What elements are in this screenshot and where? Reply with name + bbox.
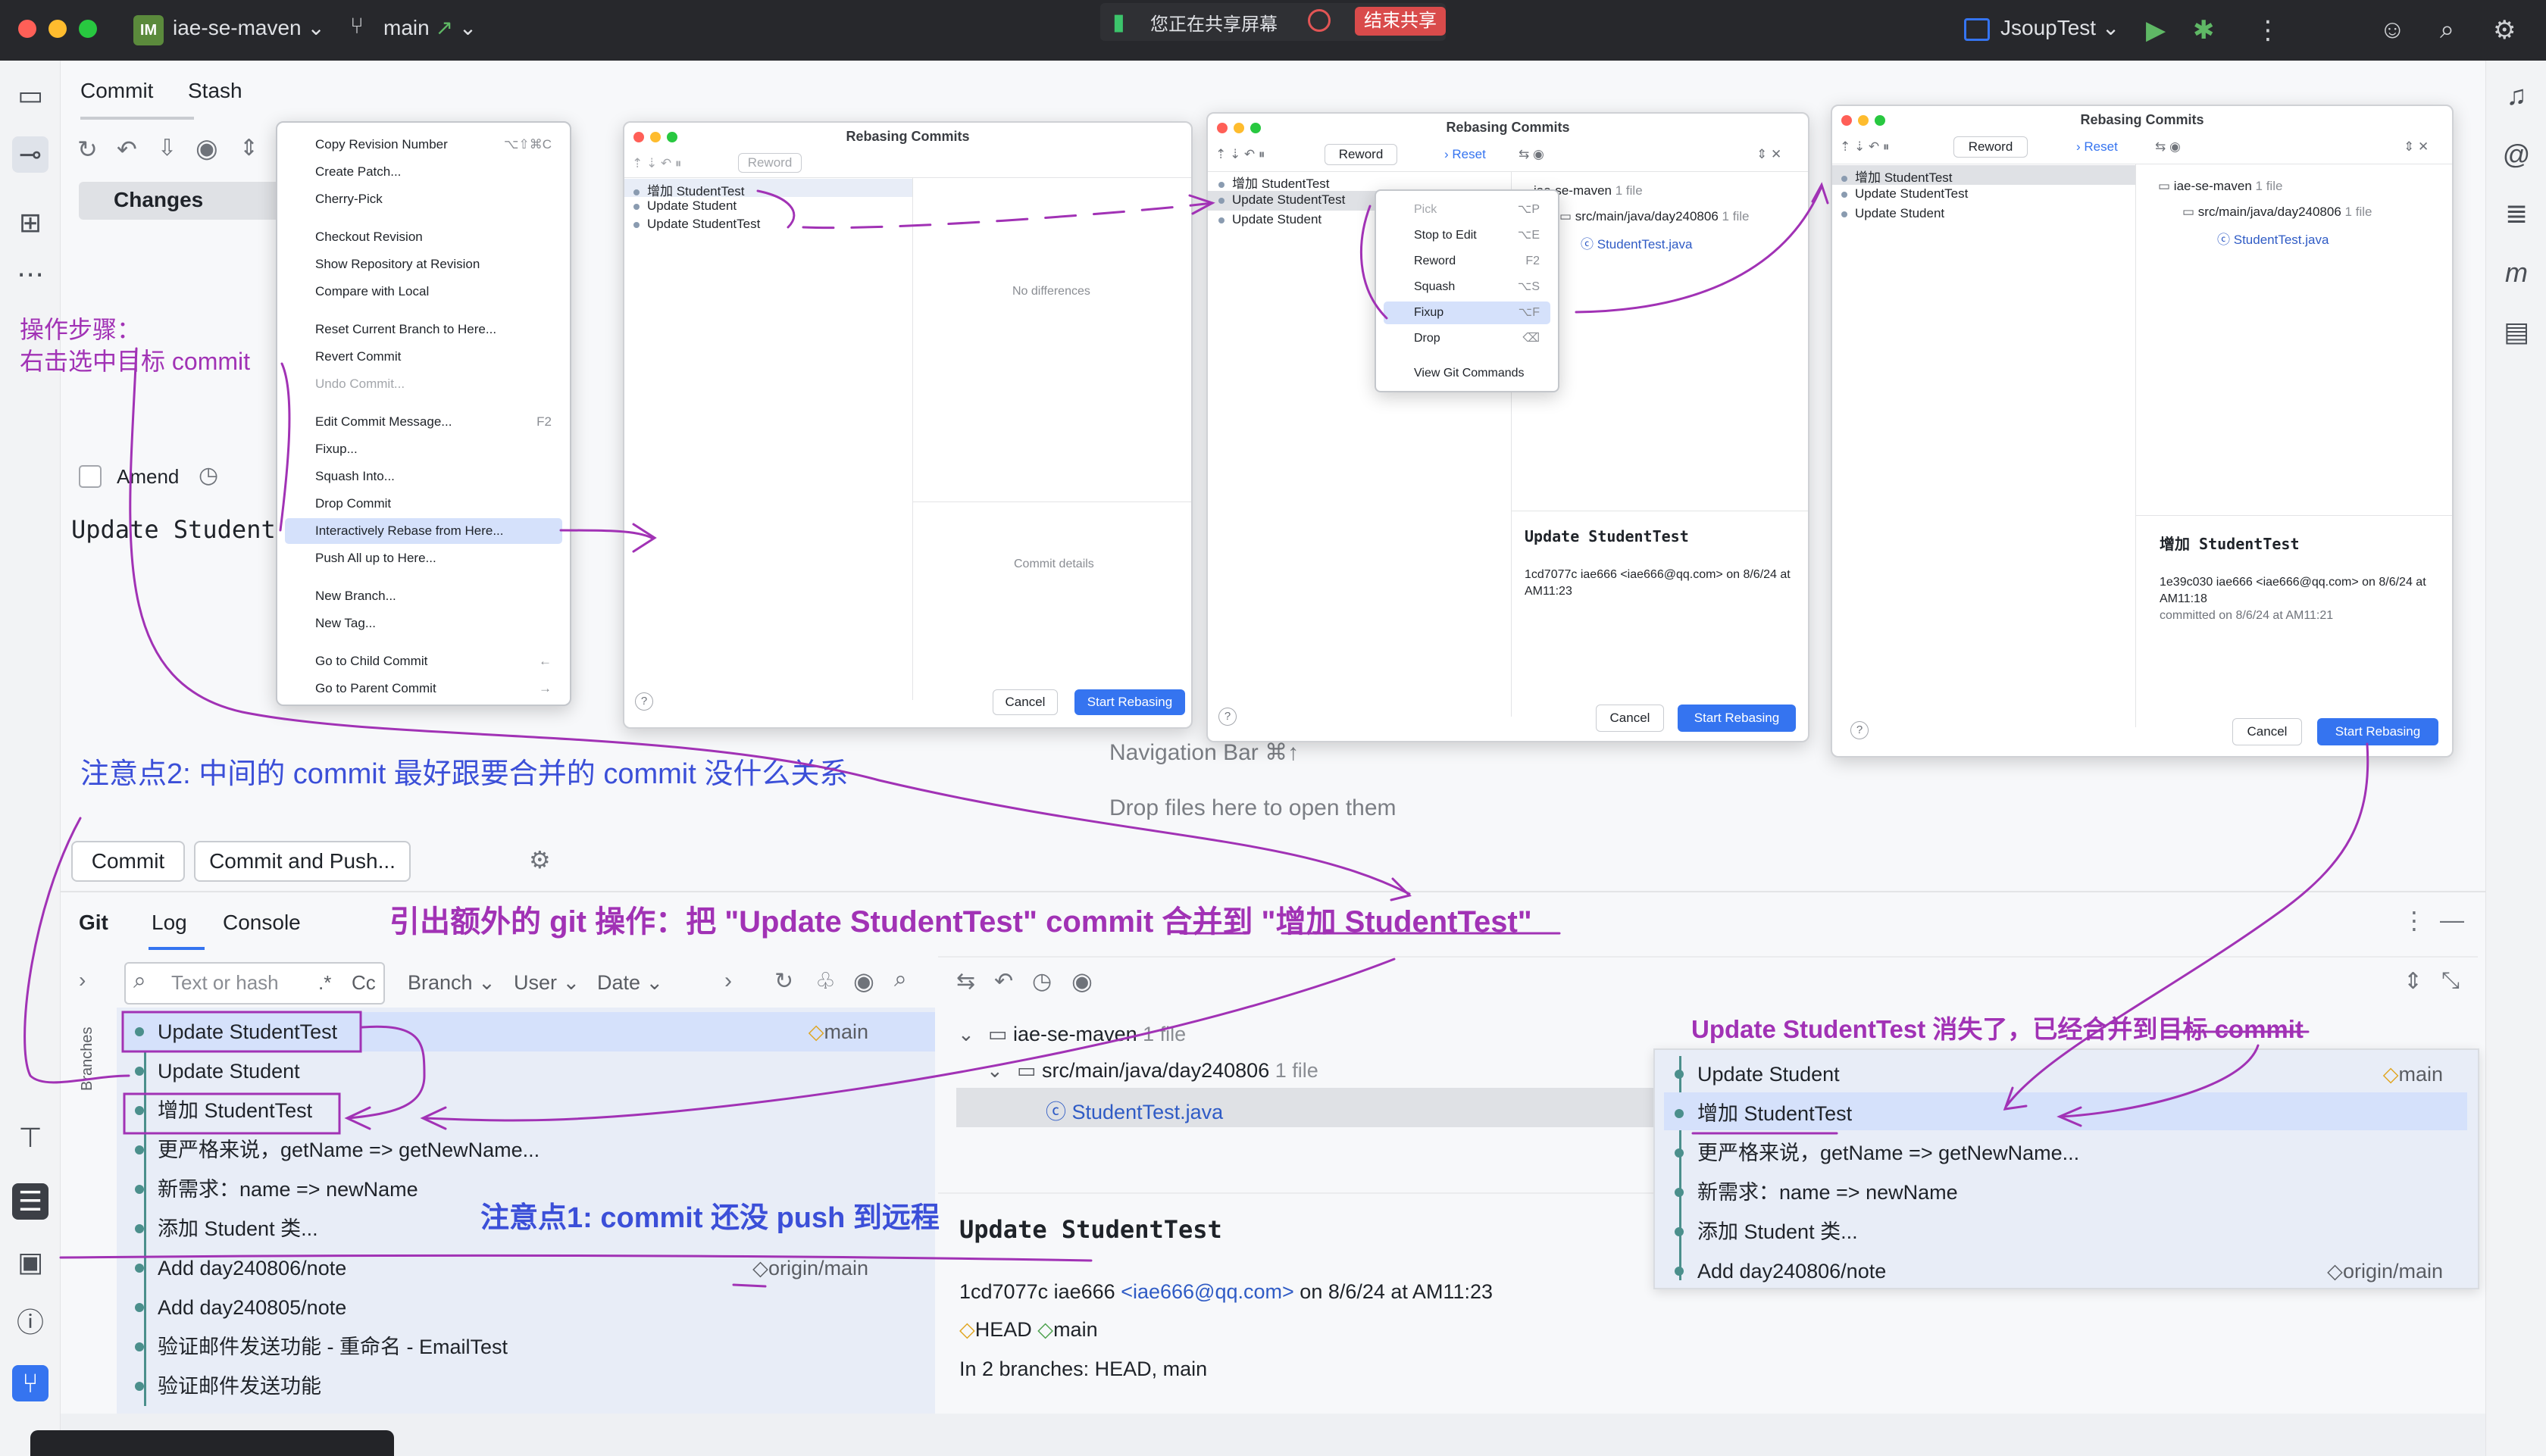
annotation-stroke bbox=[559, 529, 653, 539]
annotation-stroke bbox=[2005, 742, 2369, 1108]
annotation-underline bbox=[732, 1283, 767, 1288]
annotation-stroke bbox=[1359, 205, 1388, 320]
annotation-stroke bbox=[23, 817, 130, 1084]
annotation-stroke bbox=[279, 362, 291, 532]
annotation-stroke bbox=[423, 958, 1396, 1122]
annotation-strokes bbox=[23, 182, 2369, 1288]
annotation-arrowhead bbox=[2003, 1086, 2028, 1111]
highlight-box-add-studenttest bbox=[123, 1092, 341, 1135]
highlight-box-update-studenttest bbox=[121, 1011, 362, 1053]
annotation-stroke bbox=[2060, 1044, 2260, 1118]
annotation-stroke bbox=[802, 202, 1214, 230]
annotation-stroke bbox=[756, 189, 796, 229]
annotation-stroke bbox=[129, 347, 1411, 895]
annotation-stroke bbox=[59, 1254, 1093, 1262]
annotation-stroke bbox=[1575, 185, 1823, 314]
